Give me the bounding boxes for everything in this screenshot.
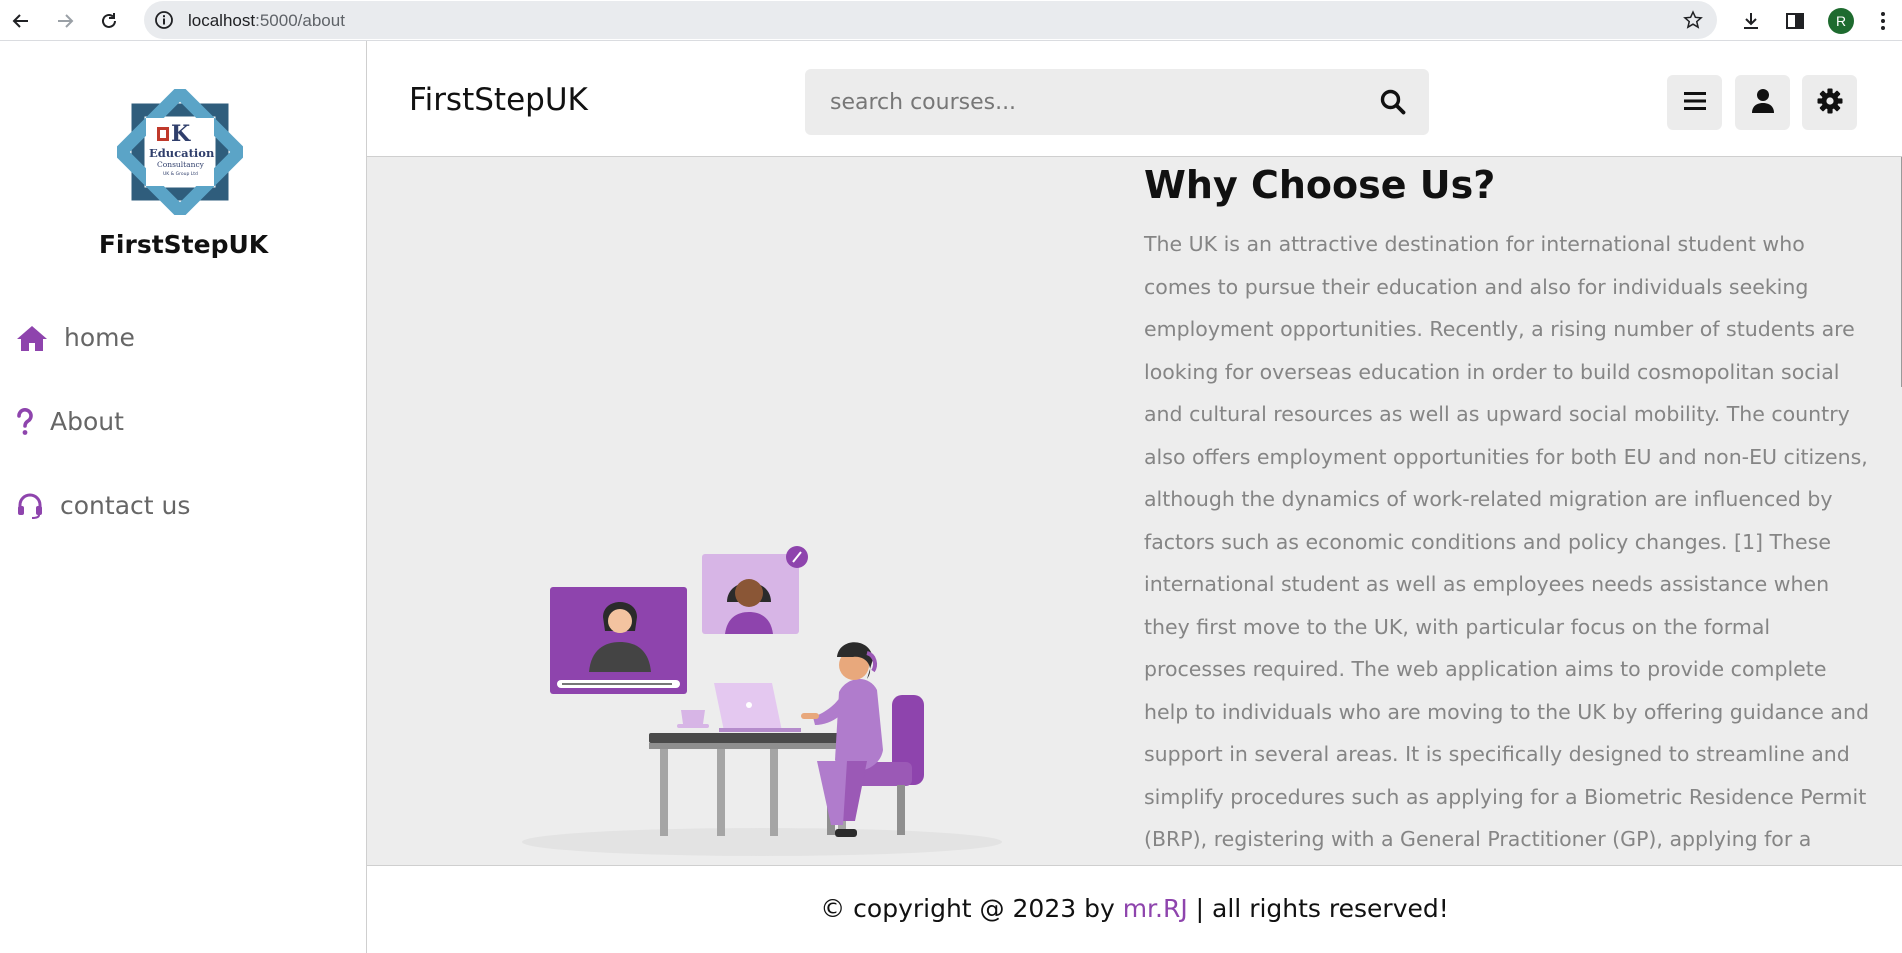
search-icon[interactable] — [1379, 88, 1407, 120]
gear-icon — [1817, 88, 1843, 118]
side-panel-icon[interactable] — [1782, 8, 1808, 34]
brand-logo: K Education Consultancy UK & Group Ltd — [111, 83, 249, 221]
menu-icon — [1683, 90, 1707, 116]
reload-icon[interactable] — [92, 4, 126, 38]
sidebar-item-home[interactable]: home — [16, 323, 135, 352]
sidebar-item-contact[interactable]: contact us — [16, 491, 190, 520]
profile-avatar[interactable]: R — [1828, 8, 1854, 34]
svg-text:Education: Education — [149, 146, 215, 160]
about-title: Why Choose Us? — [1144, 163, 1496, 207]
user-button[interactable] — [1735, 75, 1790, 130]
download-icon[interactable] — [1738, 8, 1764, 34]
search-input[interactable] — [805, 69, 1370, 135]
about-section: Why Choose Us? The UK is an attractive d… — [367, 157, 1902, 865]
author-link[interactable]: mr.RJ — [1123, 894, 1188, 923]
footer-prefix: © copyright @ 2023 by — [820, 894, 1123, 923]
bookmark-star-icon[interactable] — [1683, 10, 1703, 34]
footer-suffix: | all rights reserved! — [1187, 894, 1449, 923]
header-brand[interactable]: FirstStepUK — [409, 82, 588, 118]
sidebar-item-label: home — [64, 323, 135, 352]
browser-toolbar: localhost:5000/about R — [0, 0, 1902, 41]
address-bar[interactable]: localhost:5000/about — [144, 1, 1717, 39]
footer: © copyright @ 2023 by mr.RJ | all rights… — [367, 865, 1902, 953]
question-icon — [16, 407, 34, 436]
sidebar-brand: FirstStepUK — [98, 230, 269, 259]
top-header: FirstStepUK — [367, 41, 1902, 157]
url-text: localhost:5000/about — [188, 11, 345, 30]
search-box — [805, 69, 1429, 135]
about-text: The UK is an attractive destination for … — [1144, 232, 1869, 851]
online-meeting-illustration — [517, 477, 1017, 861]
svg-text:K: K — [171, 121, 191, 147]
sidebar-item-label: About — [50, 407, 124, 436]
more-menu-icon[interactable] — [1870, 8, 1896, 34]
user-icon — [1751, 88, 1775, 118]
site-info-icon[interactable] — [154, 10, 174, 34]
forward-icon[interactable] — [48, 4, 82, 38]
sidebar-item-about[interactable]: About — [16, 407, 124, 436]
menu-button[interactable] — [1667, 75, 1722, 130]
headset-icon — [16, 492, 44, 520]
svg-text:Consultancy: Consultancy — [157, 160, 205, 169]
sidebar-item-label: contact us — [60, 491, 191, 520]
sidebar: K Education Consultancy UK & Group Ltd F… — [0, 41, 367, 953]
back-icon[interactable] — [4, 4, 38, 38]
svg-text:UK & Group Ltd: UK & Group Ltd — [163, 171, 198, 177]
settings-button[interactable] — [1802, 75, 1857, 130]
home-icon — [16, 324, 48, 352]
